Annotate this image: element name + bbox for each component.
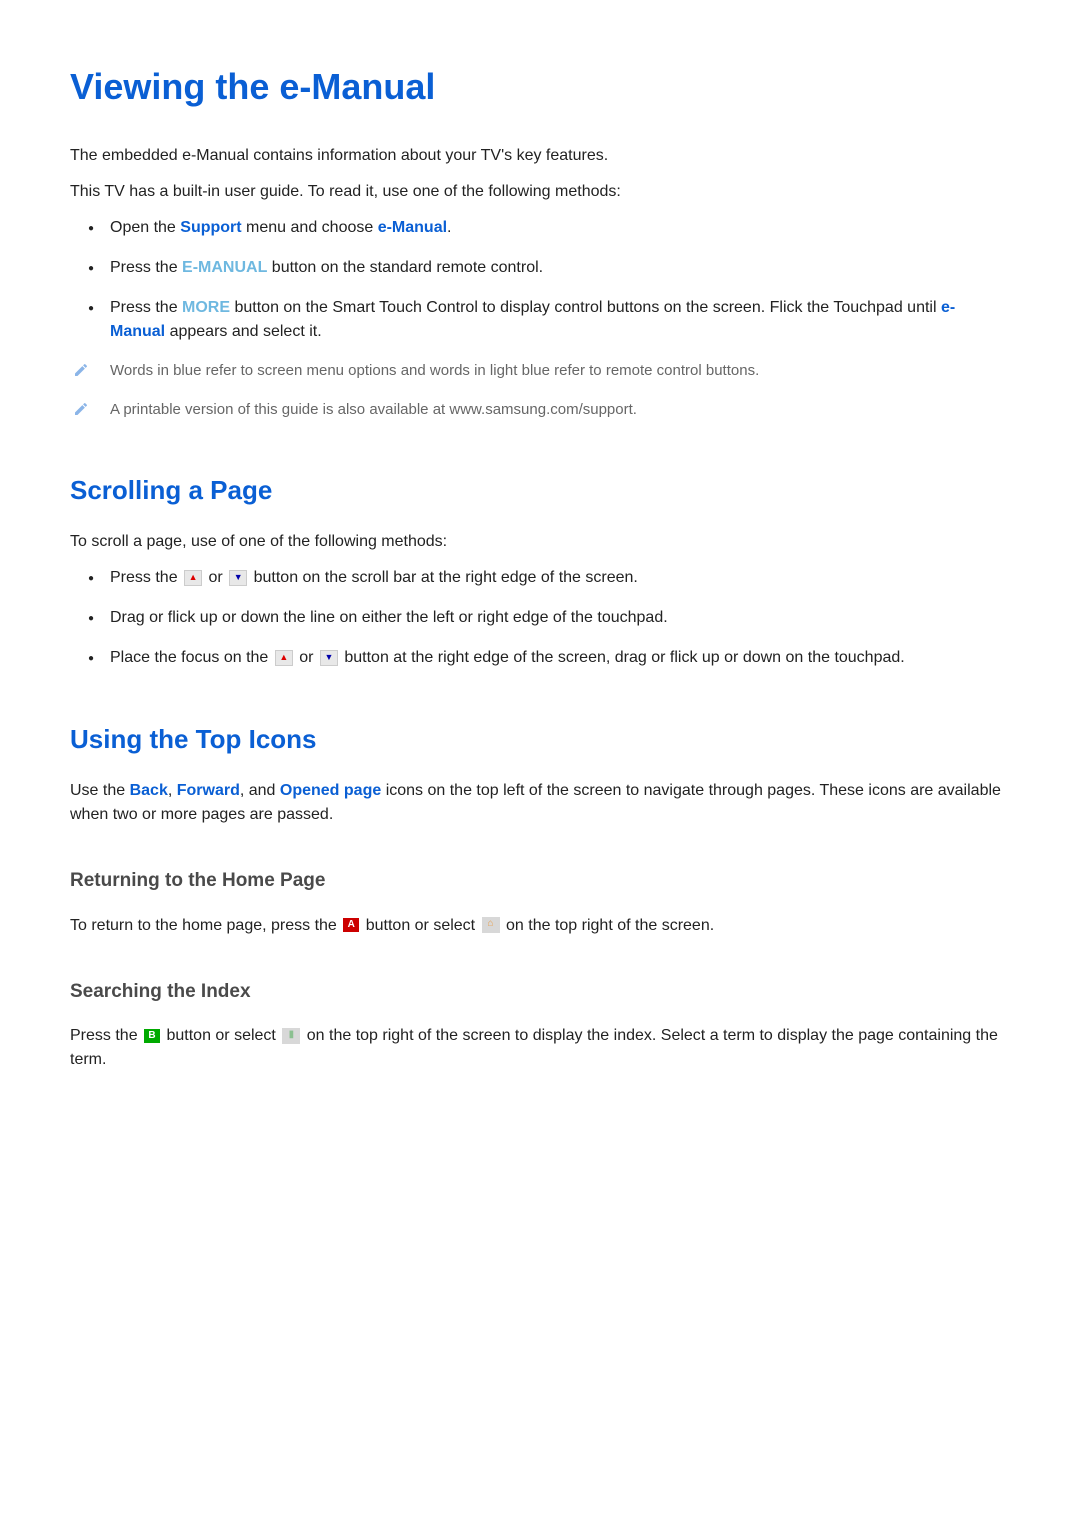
- text: Press the: [110, 569, 182, 586]
- list-item: Press the MORE button on the Smart Touch…: [70, 296, 1010, 344]
- top-icons-text: Use the Back, Forward, and Opened page i…: [70, 779, 1010, 827]
- scrolling-list: Press the ▲ or ▼ button on the scroll ba…: [70, 566, 1010, 670]
- pencil-icon: [73, 401, 89, 425]
- text: Use the: [70, 782, 130, 799]
- list-item: Press the E-MANUAL button on the standar…: [70, 256, 1010, 280]
- text: Press the: [70, 1027, 142, 1044]
- searching-text: Press the B button or select ▮ on the to…: [70, 1024, 1010, 1072]
- text: Drag or flick up or down the line on eit…: [110, 609, 668, 626]
- section-heading-scrolling: Scrolling a Page: [70, 471, 1010, 510]
- text: Press the: [110, 259, 182, 276]
- intro-line-2: This TV has a built-in user guide. To re…: [70, 180, 1010, 204]
- a-button-icon: A: [343, 918, 359, 932]
- text: button on the Smart Touch Control to dis…: [230, 299, 941, 316]
- text: , and: [240, 782, 280, 799]
- returning-text: To return to the home page, press the A …: [70, 914, 1010, 938]
- text: To return to the home page, press the: [70, 917, 341, 934]
- page-title: Viewing the e-Manual: [70, 60, 1010, 114]
- home-icon: ⌂: [482, 917, 500, 933]
- menu-ref-support: Support: [180, 219, 241, 236]
- text: button on the standard remote control.: [267, 259, 543, 276]
- button-ref-more: MORE: [182, 299, 230, 316]
- arrow-down-icon: ▼: [229, 570, 247, 586]
- menu-ref-back: Back: [130, 782, 168, 799]
- arrow-up-icon: ▲: [184, 570, 202, 586]
- text: Place the focus on the: [110, 649, 273, 666]
- text: button or select: [361, 917, 479, 934]
- menu-ref-emanual: e-Manual: [378, 219, 447, 236]
- text: button or select: [162, 1027, 280, 1044]
- menu-ref-opened-page: Opened page: [280, 782, 381, 799]
- arrow-up-icon: ▲: [275, 650, 293, 666]
- text: button at the right edge of the screen, …: [340, 649, 905, 666]
- subsection-heading-searching: Searching the Index: [70, 978, 1010, 1007]
- list-item: Place the focus on the ▲ or ▼ button at …: [70, 646, 1010, 670]
- text: on the top right of the screen.: [502, 917, 715, 934]
- scrolling-intro: To scroll a page, use of one of the foll…: [70, 530, 1010, 554]
- notes-list: Words in blue refer to screen menu optio…: [70, 360, 1010, 421]
- text: menu and choose: [242, 219, 378, 236]
- intro-line-1: The embedded e-Manual contains informati…: [70, 144, 1010, 168]
- note-item: A printable version of this guide is als…: [70, 399, 1010, 422]
- subsection-heading-returning: Returning to the Home Page: [70, 867, 1010, 896]
- text: button on the scroll bar at the right ed…: [249, 569, 638, 586]
- text: .: [447, 219, 451, 236]
- text: or: [204, 569, 227, 586]
- list-item: Drag or flick up or down the line on eit…: [70, 606, 1010, 630]
- text: Press the: [110, 299, 182, 316]
- text: ,: [168, 782, 177, 799]
- b-button-icon: B: [144, 1029, 160, 1043]
- arrow-down-icon: ▼: [320, 650, 338, 666]
- text: appears and select it.: [165, 323, 322, 340]
- pencil-icon: [73, 362, 89, 386]
- list-item: Press the ▲ or ▼ button on the scroll ba…: [70, 566, 1010, 590]
- button-ref-emanual: E-MANUAL: [182, 259, 267, 276]
- section-heading-top-icons: Using the Top Icons: [70, 720, 1010, 759]
- list-item: Open the Support menu and choose e-Manua…: [70, 216, 1010, 240]
- index-icon: ▮: [282, 1028, 300, 1044]
- menu-ref-forward: Forward: [177, 782, 240, 799]
- note-text: A printable version of this guide is als…: [110, 401, 637, 418]
- note-item: Words in blue refer to screen menu optio…: [70, 360, 1010, 383]
- note-text: Words in blue refer to screen menu optio…: [110, 362, 759, 379]
- text: or: [295, 649, 318, 666]
- methods-list: Open the Support menu and choose e-Manua…: [70, 216, 1010, 344]
- text: Open the: [110, 219, 180, 236]
